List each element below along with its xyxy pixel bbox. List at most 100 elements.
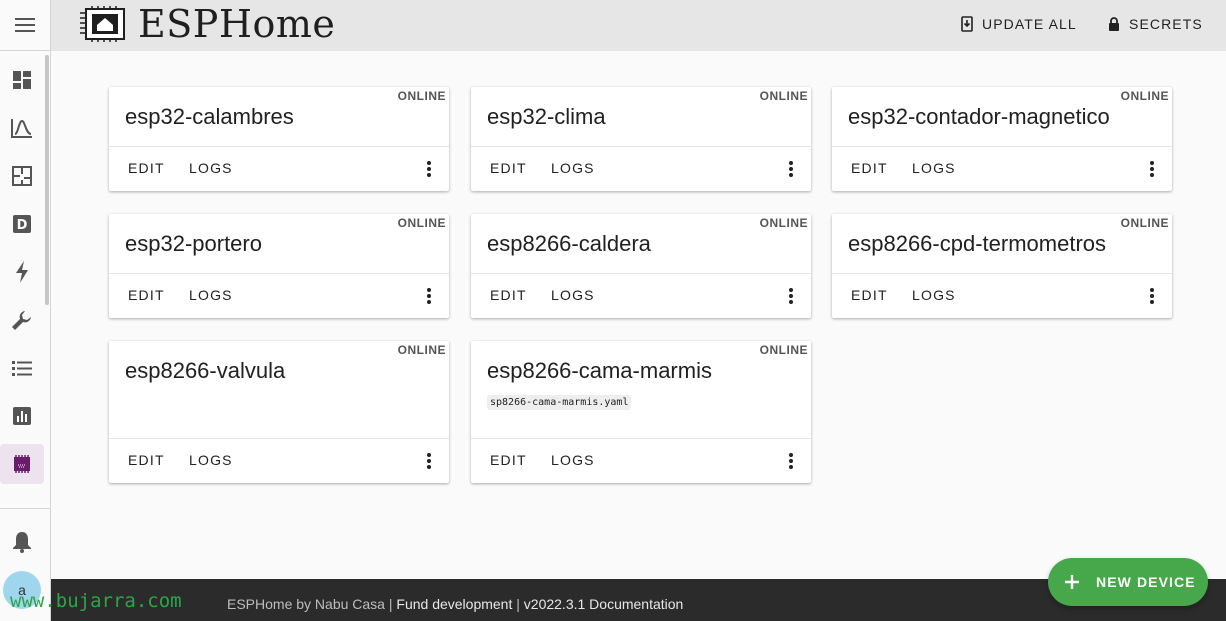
config-filename: sp8266-cama-marmis.yaml bbox=[487, 395, 632, 410]
card-actions: EDIT LOGS bbox=[109, 273, 449, 318]
hamburger-icon bbox=[15, 18, 35, 32]
edit-button[interactable]: EDIT bbox=[490, 452, 527, 468]
device-card: ONLINE esp32-clima EDIT LOGS bbox=[471, 87, 811, 191]
svg-text:D: D bbox=[17, 218, 28, 233]
footer-text: ESPHome by Nabu Casa | Fund development … bbox=[227, 596, 683, 612]
device-card: ONLINE esp32-portero EDIT LOGS bbox=[109, 214, 449, 318]
more-vert-icon bbox=[1150, 288, 1154, 304]
edit-button[interactable]: EDIT bbox=[490, 160, 527, 176]
logs-button[interactable]: LOGS bbox=[189, 287, 233, 303]
menu-button[interactable] bbox=[0, 0, 50, 51]
sidebar-item-energy[interactable] bbox=[0, 108, 44, 148]
more-vert-icon bbox=[1150, 161, 1154, 177]
update-all-button[interactable]: UPDATE ALL bbox=[961, 12, 1077, 36]
more-vert-icon bbox=[789, 288, 793, 304]
wrench-icon bbox=[12, 311, 31, 330]
device-card: ONLINE esp8266-caldera EDIT LOGS bbox=[471, 214, 811, 318]
bell-icon bbox=[13, 532, 31, 553]
card-actions: EDIT LOGS bbox=[471, 273, 811, 318]
secrets-label: SECRETS bbox=[1129, 16, 1203, 32]
more-options-button[interactable] bbox=[783, 159, 799, 179]
sidebar: D a bbox=[0, 0, 51, 621]
status-badge: ONLINE bbox=[759, 89, 808, 103]
device-name: esp32-clima bbox=[487, 104, 606, 129]
edit-button[interactable]: EDIT bbox=[490, 287, 527, 303]
fund-development-link[interactable]: Fund development bbox=[396, 596, 512, 612]
more-options-button[interactable] bbox=[1144, 159, 1160, 179]
dashboard-icon bbox=[13, 71, 31, 89]
footer-separator: | bbox=[384, 596, 397, 612]
footer-separator: | bbox=[512, 596, 524, 612]
more-vert-icon bbox=[789, 161, 793, 177]
device-card: ONLINE esp8266-cpd-termometros EDIT LOGS bbox=[832, 214, 1172, 318]
status-badge: ONLINE bbox=[397, 89, 446, 103]
new-device-button[interactable]: NEW DEVICE bbox=[1048, 558, 1208, 606]
more-options-button[interactable] bbox=[783, 286, 799, 306]
more-vert-icon bbox=[789, 453, 793, 469]
device-card: ONLINE esp8266-valvula EDIT LOGS bbox=[109, 341, 449, 483]
device-card: ONLINE esp32-contador-magnetico EDIT LOG… bbox=[832, 87, 1172, 191]
edit-button[interactable]: EDIT bbox=[128, 160, 165, 176]
more-options-button[interactable] bbox=[1144, 286, 1160, 306]
logs-button[interactable]: LOGS bbox=[551, 287, 595, 303]
device-name: esp8266-valvula bbox=[125, 358, 286, 383]
more-options-button[interactable] bbox=[421, 451, 437, 471]
logs-button[interactable]: LOGS bbox=[551, 452, 595, 468]
chip-icon bbox=[14, 455, 30, 473]
status-badge: ONLINE bbox=[759, 343, 808, 357]
sidebar-item-overview[interactable] bbox=[0, 60, 44, 100]
status-badge: ONLINE bbox=[759, 216, 808, 230]
sidebar-item-automations[interactable] bbox=[0, 252, 44, 292]
version-link[interactable]: v2022.3.1 bbox=[524, 596, 586, 612]
update-icon bbox=[961, 16, 973, 32]
card-actions: EDIT LOGS bbox=[471, 438, 811, 483]
new-device-label: NEW DEVICE bbox=[1096, 574, 1196, 590]
d-icon: D bbox=[13, 215, 31, 233]
device-card: ONLINE esp8266-cama-marmis sp8266-cama-m… bbox=[471, 341, 811, 483]
edit-button[interactable]: EDIT bbox=[128, 452, 165, 468]
card-actions: EDIT LOGS bbox=[832, 146, 1172, 191]
sidebar-item-esphome[interactable] bbox=[0, 444, 44, 484]
documentation-link[interactable]: Documentation bbox=[589, 596, 683, 612]
device-name: esp32-calambres bbox=[125, 104, 294, 129]
edit-button[interactable]: EDIT bbox=[851, 287, 888, 303]
app-title: ESPHome bbox=[138, 2, 336, 46]
logs-button[interactable]: LOGS bbox=[189, 452, 233, 468]
bar-chart-icon bbox=[13, 407, 31, 425]
sidebar-item-tools[interactable] bbox=[0, 300, 44, 340]
lock-icon bbox=[1109, 16, 1119, 31]
sidebar-item-notifications[interactable] bbox=[0, 522, 44, 562]
logs-button[interactable]: LOGS bbox=[551, 160, 595, 176]
sidebar-item-history[interactable] bbox=[0, 396, 44, 436]
edit-button[interactable]: EDIT bbox=[128, 287, 165, 303]
logs-button[interactable]: LOGS bbox=[189, 160, 233, 176]
edit-button[interactable]: EDIT bbox=[851, 160, 888, 176]
logs-button[interactable]: LOGS bbox=[912, 160, 956, 176]
card-actions: EDIT LOGS bbox=[109, 146, 449, 191]
logs-button[interactable]: LOGS bbox=[912, 287, 956, 303]
secrets-button[interactable]: SECRETS bbox=[1108, 12, 1203, 36]
sidebar-scrollbar[interactable] bbox=[45, 55, 49, 305]
chart-icon bbox=[11, 119, 32, 138]
more-options-button[interactable] bbox=[783, 451, 799, 471]
floorplan-icon bbox=[12, 166, 32, 186]
more-vert-icon bbox=[427, 453, 431, 469]
status-badge: ONLINE bbox=[1120, 89, 1169, 103]
sidebar-item-logbook[interactable] bbox=[0, 348, 44, 388]
device-name: esp8266-cama-marmis bbox=[487, 358, 712, 383]
card-actions: EDIT LOGS bbox=[471, 146, 811, 191]
more-options-button[interactable] bbox=[421, 286, 437, 306]
update-all-label: UPDATE ALL bbox=[982, 16, 1077, 32]
plus-icon bbox=[1065, 575, 1079, 589]
lightning-icon bbox=[16, 261, 28, 283]
more-vert-icon bbox=[427, 161, 431, 177]
status-badge: ONLINE bbox=[397, 216, 446, 230]
status-badge: ONLINE bbox=[1120, 216, 1169, 230]
card-actions: EDIT LOGS bbox=[109, 438, 449, 483]
sidebar-item-map[interactable] bbox=[0, 156, 44, 196]
top-bar: ESPHome UPDATE ALL SECRETS bbox=[51, 0, 1226, 51]
device-card: ONLINE esp32-calambres EDIT LOGS bbox=[109, 87, 449, 191]
more-options-button[interactable] bbox=[421, 159, 437, 179]
sidebar-item-d[interactable]: D bbox=[0, 204, 44, 244]
list-icon bbox=[12, 361, 32, 376]
